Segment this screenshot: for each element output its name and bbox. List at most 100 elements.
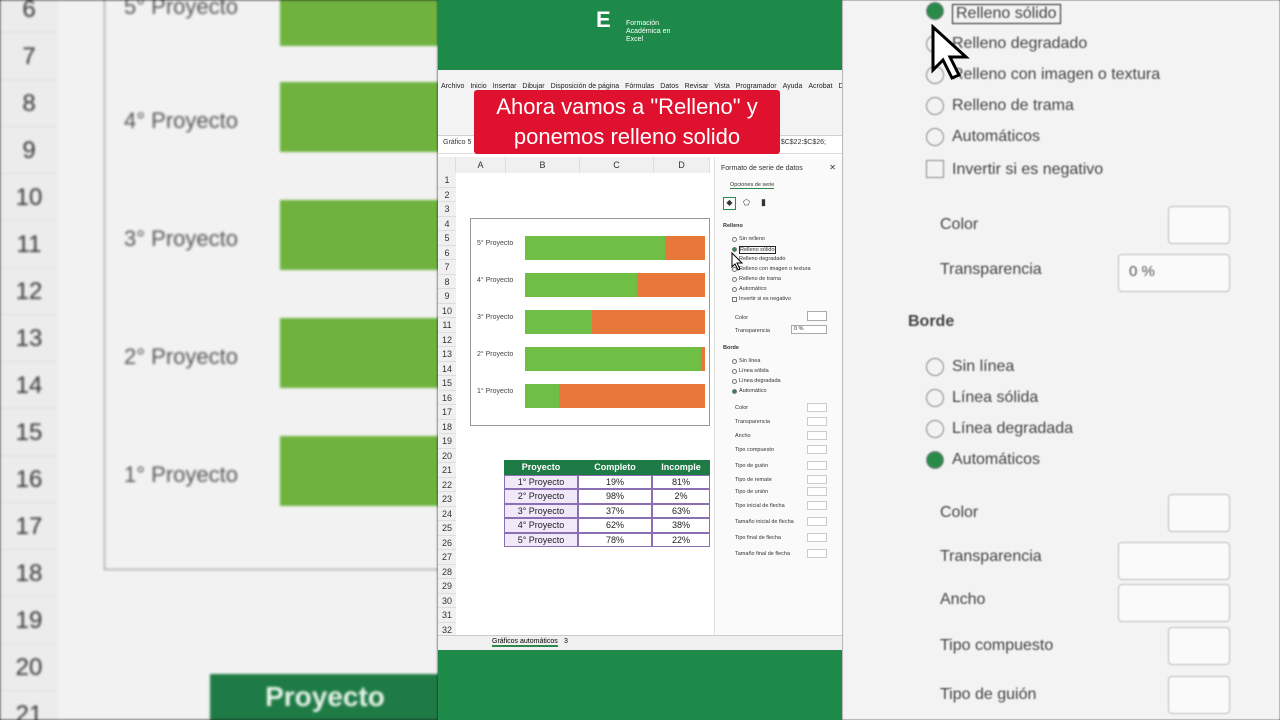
row-header[interactable]: 5 — [438, 231, 456, 246]
table-cell[interactable]: 2% — [652, 489, 710, 504]
chart-bar[interactable] — [701, 347, 705, 371]
table-cell[interactable]: 63% — [652, 503, 710, 518]
border-prop-control[interactable] — [807, 533, 827, 542]
col-header[interactable]: B — [506, 157, 580, 173]
table-cell[interactable]: 81% — [652, 474, 710, 489]
row-header[interactable]: 6 — [438, 245, 456, 260]
row-header[interactable]: 8 — [438, 274, 456, 289]
fill-option[interactable]: Automático — [739, 286, 767, 292]
row-header[interactable]: 3 — [438, 202, 456, 217]
row-header[interactable]: 23 — [438, 492, 456, 507]
row-header[interactable]: 22 — [438, 477, 456, 492]
row-header[interactable]: 1 — [438, 173, 456, 188]
ribbon-tab[interactable]: Programador — [736, 83, 777, 90]
chart-bar[interactable] — [525, 384, 560, 408]
col-header[interactable]: D — [654, 157, 710, 173]
fill-radio[interactable] — [732, 297, 737, 302]
fill-line-icon[interactable]: ◆ — [723, 197, 736, 210]
border-prop-control[interactable] — [807, 431, 827, 440]
fill-radio[interactable] — [732, 237, 737, 242]
border-prop-control[interactable] — [807, 549, 827, 558]
border-prop-control[interactable] — [807, 403, 827, 412]
border-option[interactable]: Sin línea — [739, 358, 760, 364]
row-header[interactable]: 24 — [438, 506, 456, 521]
border-radio[interactable] — [732, 369, 737, 374]
series-options-tab[interactable]: Opciones de serie — [730, 182, 775, 189]
row-header[interactable]: 16 — [438, 390, 456, 405]
chart-bar[interactable] — [525, 273, 637, 297]
fill-option[interactable]: Relleno con imagen o textura — [739, 266, 811, 272]
fill-option[interactable]: Sin relleno — [739, 236, 765, 242]
corner[interactable] — [438, 157, 456, 173]
row-header[interactable]: 12 — [438, 332, 456, 347]
row-header[interactable]: 10 — [438, 303, 456, 318]
ribbon-tab[interactable]: Vista — [714, 83, 729, 90]
border-prop-control[interactable] — [807, 517, 827, 526]
row-header[interactable]: 18 — [438, 419, 456, 434]
border-prop-control[interactable] — [807, 501, 827, 510]
ribbon-tab[interactable]: Revisar — [685, 83, 709, 90]
row-header[interactable]: 28 — [438, 564, 456, 579]
table-header-cell[interactable]: Proyecto — [504, 460, 578, 475]
row-header[interactable]: 26 — [438, 535, 456, 550]
table-header-cell[interactable]: Incomple — [652, 460, 710, 475]
fill-option[interactable]: Relleno de trama — [739, 276, 781, 282]
table-cell[interactable]: 98% — [578, 489, 652, 504]
border-prop-control[interactable] — [807, 475, 827, 484]
fill-radio[interactable] — [732, 287, 737, 292]
formula-input[interactable]: $C$22:$C$26; — [781, 139, 826, 146]
fill-radio[interactable] — [732, 277, 737, 282]
chart-bar[interactable] — [559, 384, 705, 408]
row-header[interactable]: 9 — [438, 289, 456, 304]
border-prop-control[interactable] — [807, 445, 827, 454]
row-header[interactable]: 31 — [438, 608, 456, 623]
row-header[interactable]: 11 — [438, 318, 456, 333]
ribbon-tab[interactable]: Diseño de gráfico — [838, 83, 842, 90]
table-cell[interactable]: 2° Proyecto — [504, 489, 578, 504]
transparency-input[interactable]: 0 % — [791, 325, 827, 334]
row-header[interactable]: 30 — [438, 593, 456, 608]
border-prop-control[interactable] — [807, 461, 827, 470]
ribbon-tab[interactable]: Disposición de página — [551, 83, 620, 90]
fill-header[interactable]: Relleno — [723, 223, 743, 229]
table-cell[interactable]: 19% — [578, 474, 652, 489]
sheet-tab[interactable]: Gráficos automáticos — [492, 638, 558, 647]
border-option[interactable]: Línea sólida — [739, 368, 769, 374]
row-header[interactable]: 15 — [438, 376, 456, 391]
border-option[interactable]: Automático — [739, 388, 767, 394]
table-header-cell[interactable]: Completo — [578, 460, 652, 475]
ribbon-tab[interactable]: Inicio — [470, 83, 486, 90]
ribbon-tab[interactable]: Ayuda — [783, 83, 803, 90]
table-cell[interactable]: 37% — [578, 503, 652, 518]
chart-bar[interactable] — [591, 310, 705, 334]
row-header[interactable]: 20 — [438, 448, 456, 463]
ribbon-tab[interactable]: Acrobat — [808, 83, 832, 90]
row-header[interactable]: 27 — [438, 550, 456, 565]
ribbon-tab[interactable]: Fórmulas — [625, 83, 654, 90]
table-cell[interactable]: 4° Proyecto — [504, 518, 578, 533]
ribbon-tab[interactable]: Datos — [660, 83, 678, 90]
row-header[interactable]: 17 — [438, 405, 456, 420]
ribbon-tab[interactable]: Dibujar — [522, 83, 544, 90]
border-option[interactable]: Línea degradada — [739, 378, 781, 384]
fill-option[interactable]: Invertir si es negativo — [739, 296, 791, 302]
ribbon-tab[interactable]: Insertar — [493, 83, 517, 90]
border-header[interactable]: Borde — [723, 345, 739, 351]
table-cell[interactable]: 1° Proyecto — [504, 474, 578, 489]
table-cell[interactable]: 22% — [652, 532, 710, 547]
row-header[interactable]: 7 — [438, 260, 456, 275]
border-prop-control[interactable] — [807, 417, 827, 426]
row-header[interactable]: 14 — [438, 361, 456, 376]
row-header[interactable]: 19 — [438, 434, 456, 449]
effects-icon[interactable]: ⬠ — [743, 198, 750, 207]
row-header[interactable]: 25 — [438, 521, 456, 536]
bar-chart[interactable]: 5° Proyecto 4° Proyecto 3° Proyecto 2° Proy… — [470, 218, 710, 426]
table-cell[interactable]: 38% — [652, 518, 710, 533]
table-cell[interactable]: 5° Proyecto — [504, 532, 578, 547]
fill-option[interactable]: Relleno degradado — [739, 256, 785, 262]
row-header[interactable]: 13 — [438, 347, 456, 362]
chart-bar[interactable] — [525, 347, 702, 371]
close-icon[interactable]: ✕ — [829, 163, 836, 172]
table-cell[interactable]: 3° Proyecto — [504, 503, 578, 518]
border-prop-control[interactable] — [807, 487, 827, 496]
